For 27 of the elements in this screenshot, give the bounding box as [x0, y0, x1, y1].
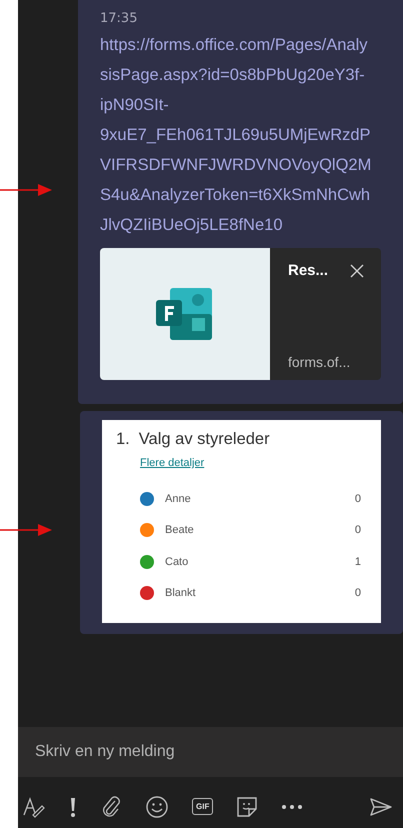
question-title: Valg av styreleder — [138, 430, 270, 449]
option-name: Anne — [165, 492, 192, 505]
send-icon[interactable] — [369, 796, 393, 816]
message-input[interactable]: Skriv en ny melding — [18, 727, 403, 777]
option-count: 0 — [354, 587, 361, 600]
option-count: 1 — [354, 556, 361, 568]
question-number: 1. — [116, 430, 130, 449]
message-time: 17:35 — [100, 10, 138, 28]
link-preview-card[interactable]: Res... forms.of... — [100, 248, 381, 380]
gif-button[interactable]: GIF — [192, 798, 214, 815]
option-count: 0 — [354, 524, 361, 536]
forms-logo-icon — [156, 288, 214, 340]
preview-title: Res... — [288, 262, 328, 279]
arrow-icon — [0, 523, 52, 537]
more-icon[interactable] — [281, 804, 304, 810]
details-link[interactable]: Flere detaljer — [140, 457, 204, 469]
option-name: Cato — [165, 556, 190, 568]
option-name: Blankt — [165, 587, 197, 600]
smiley-icon[interactable] — [145, 794, 169, 818]
sticker-icon[interactable] — [236, 796, 258, 818]
arrow-icon — [0, 183, 52, 197]
form-link[interactable]: https://forms.office.com/Pages/AnalysisPage.aspx?id=0s8bPbUg20eY3f-ipN90SIt-9xuE7_FEh061TJL69u5UMjEwRzdPVIFRSDFWNFJWRDVNOVoyQlQ2MS4u&AnalyzerToken=t6XkSmNhCwhJlvQZIiBUeOj5LE8fNe10 — [100, 30, 375, 240]
option-count: 0 — [354, 492, 361, 505]
paperclip-icon[interactable] — [100, 794, 122, 818]
close-icon[interactable] — [349, 262, 365, 278]
option-name: Beate — [165, 524, 195, 536]
preview-site: forms.of... — [288, 354, 352, 370]
